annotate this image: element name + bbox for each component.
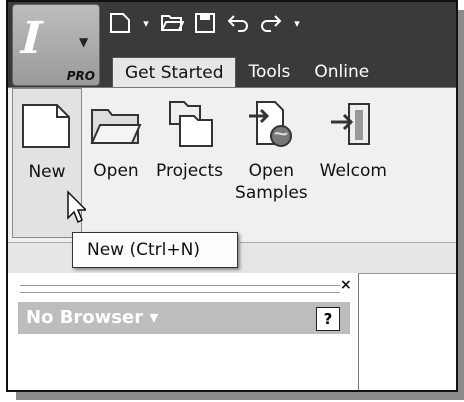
ribbon-tabs: Get Started Tools Online bbox=[112, 57, 381, 87]
browser-dropdown[interactable]: No Browser ▾ ? bbox=[18, 302, 350, 334]
open-samples-icon bbox=[243, 96, 299, 152]
new-label: New bbox=[28, 162, 66, 182]
open-button[interactable]: Open bbox=[82, 88, 150, 238]
dropdown-arrow-icon[interactable]: ▾ bbox=[141, 11, 151, 35]
app-logo: I bbox=[14, 13, 48, 64]
panel-grip[interactable] bbox=[20, 285, 340, 293]
new-document-icon bbox=[19, 97, 75, 153]
new-file-icon[interactable] bbox=[108, 11, 132, 35]
welcome-label: Welcom bbox=[319, 161, 387, 181]
quick-access-toolbar: ▾ ▾ bbox=[108, 8, 302, 38]
application-menu-button[interactable]: I ▼ PRO bbox=[12, 4, 100, 86]
welcome-door-icon bbox=[325, 96, 381, 152]
mouse-pointer-icon bbox=[66, 190, 88, 224]
app-window: I ▼ PRO ▾ ▾ Get Started Tools Online New… bbox=[6, 0, 458, 392]
customize-dropdown-icon[interactable]: ▾ bbox=[292, 11, 302, 35]
projects-icon bbox=[162, 96, 218, 152]
edition-badge: PRO bbox=[66, 69, 95, 83]
welcome-button[interactable]: Welcom bbox=[314, 88, 393, 238]
open-label: Open bbox=[93, 161, 139, 181]
open-folder-icon bbox=[88, 96, 144, 152]
open-samples-button[interactable]: Open Samples bbox=[229, 88, 314, 238]
tab-get-started[interactable]: Get Started bbox=[112, 57, 237, 87]
save-icon[interactable] bbox=[193, 11, 217, 35]
open-folder-icon[interactable] bbox=[160, 11, 184, 35]
browser-title: No Browser ▾ bbox=[26, 307, 159, 328]
tab-tools[interactable]: Tools bbox=[236, 57, 302, 87]
tab-online[interactable]: Online bbox=[302, 57, 381, 87]
open-samples-label: Open Samples bbox=[235, 161, 308, 203]
new-tooltip: New (Ctrl+N) bbox=[72, 232, 238, 268]
undo-icon[interactable] bbox=[226, 11, 250, 35]
help-icon[interactable]: ? bbox=[316, 307, 340, 331]
chevron-down-icon: ▼ bbox=[79, 35, 89, 49]
redo-icon[interactable] bbox=[259, 11, 283, 35]
close-icon[interactable]: × bbox=[340, 277, 352, 293]
projects-label: Projects bbox=[156, 161, 224, 181]
browser-panel: × No Browser ▾ ? bbox=[8, 273, 359, 390]
projects-button[interactable]: Projects bbox=[150, 88, 229, 238]
